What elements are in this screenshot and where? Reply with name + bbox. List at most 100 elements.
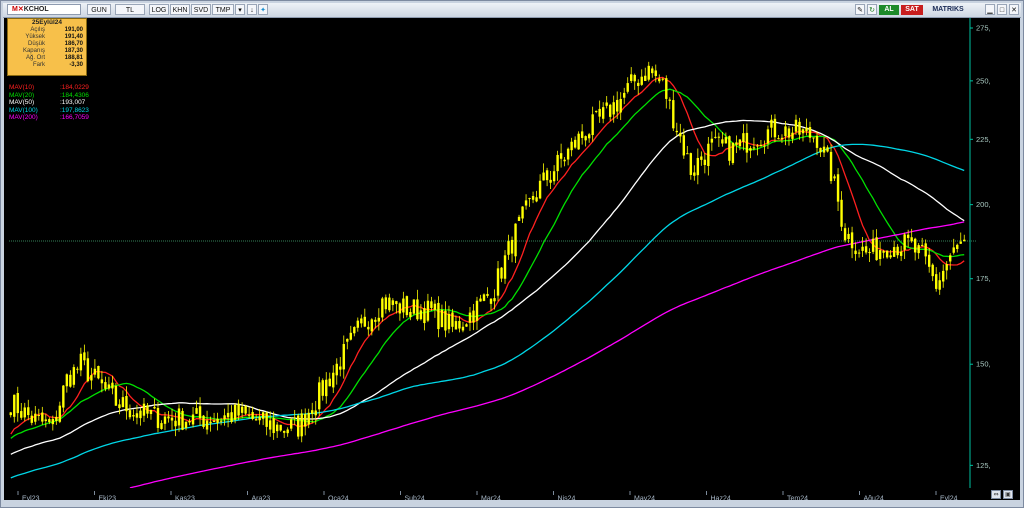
candle: [861, 236, 864, 257]
candle-body: [843, 228, 847, 241]
candle-body: [409, 311, 412, 317]
buy-button[interactable]: AL: [879, 5, 899, 15]
candle: [787, 126, 791, 146]
candle-body: [514, 223, 517, 257]
candle-body: [787, 128, 791, 138]
candle-body: [367, 326, 370, 330]
candle: [559, 143, 563, 168]
candle: [840, 191, 843, 231]
legend-value: :184,0229: [60, 84, 89, 91]
candle-body: [878, 250, 882, 260]
candle-body: [759, 144, 763, 146]
legend-value: :197,8623: [60, 106, 89, 114]
ma-line-mav200: [129, 221, 965, 488]
refresh-icon[interactable]: ↻: [867, 4, 877, 15]
candle-body: [440, 309, 444, 328]
candle: [801, 128, 805, 142]
candle-body: [857, 252, 861, 254]
twitter-icon[interactable]: ✦: [258, 4, 268, 15]
candle-body: [651, 68, 654, 74]
candle-body: [139, 410, 142, 419]
candle-body: [640, 76, 643, 85]
candle: [20, 402, 23, 420]
candle-body: [153, 406, 156, 409]
close-icon[interactable]: ✕: [1009, 4, 1019, 15]
candle-body: [447, 313, 451, 330]
candle-body: [37, 414, 40, 416]
settings-icon[interactable]: ▣: [1003, 490, 1013, 499]
candle-body: [665, 78, 668, 99]
candle-body: [230, 412, 233, 423]
symbol-input[interactable]: M✕KCHOL: [7, 4, 81, 15]
candle: [90, 367, 93, 390]
candle-body: [356, 320, 359, 328]
candle: [731, 142, 735, 165]
period-button[interactable]: GUN: [87, 4, 111, 15]
candle-body: [836, 174, 840, 202]
candle-body: [437, 302, 440, 330]
tmp-button[interactable]: TMP: [212, 4, 234, 15]
info-label: Açılış: [30, 27, 45, 33]
candle: [528, 197, 531, 207]
candle-body: [850, 232, 854, 249]
candle-body: [451, 312, 454, 327]
candle: [440, 304, 444, 328]
legend-item-mav100[interactable]: MAV(100):197,8623: [9, 107, 119, 115]
candle-body: [69, 374, 72, 387]
candle-body: [188, 421, 191, 423]
candle: [931, 263, 934, 282]
candle-body: [559, 153, 563, 159]
price-chart[interactable]: 125, 150, 175, 200, 225, 250, 275,: [4, 18, 1020, 488]
candle: [212, 412, 216, 423]
candle-body: [118, 404, 121, 409]
chart-area[interactable]: 125, 150, 175, 200, 225, 250, 275,: [4, 18, 1020, 488]
candle: [724, 132, 728, 144]
candle-body: [566, 148, 570, 160]
candle-body: [822, 146, 826, 153]
candle: [640, 69, 643, 86]
legend-item-mav200[interactable]: MAV(200):166,7059: [9, 114, 119, 122]
candle-body: [41, 412, 44, 422]
legend-item-mav20[interactable]: MAV(20):184,4306: [9, 92, 119, 100]
candle: [139, 407, 142, 426]
candle: [416, 289, 419, 321]
currency-button[interactable]: TL: [115, 4, 145, 15]
candle-body: [745, 132, 749, 153]
candle-body: [920, 244, 924, 246]
candle-body: [714, 136, 717, 138]
candle: [9, 411, 12, 418]
legend-item-mav10[interactable]: MAV(10):184,0229: [9, 84, 119, 92]
maximize-icon[interactable]: □: [997, 4, 1007, 15]
dropdown-icon[interactable]: ▾: [235, 4, 245, 15]
svd-button[interactable]: SVD: [191, 4, 211, 15]
candle: [72, 364, 76, 388]
candle-body: [805, 127, 808, 132]
candle: [405, 295, 409, 318]
candle-body: [289, 419, 293, 429]
sell-button[interactable]: SAT: [901, 5, 923, 15]
candle: [398, 302, 402, 321]
info-value: 188,81: [64, 55, 83, 61]
candle: [468, 306, 472, 331]
candle: [279, 424, 282, 432]
edit-icon[interactable]: ✎: [855, 4, 865, 15]
candle: [693, 165, 696, 181]
log-button[interactable]: LOG: [149, 4, 169, 15]
pin-icon[interactable]: ↓: [247, 4, 257, 15]
candle: [430, 296, 433, 311]
candle-body: [661, 78, 664, 80]
khn-button[interactable]: KHN: [170, 4, 190, 15]
candle-body: [135, 413, 139, 418]
candle: [903, 232, 906, 259]
candle: [318, 376, 321, 416]
candle: [41, 406, 44, 425]
zoom-icon[interactable]: ⇔: [991, 490, 1001, 499]
candle-body: [626, 83, 629, 92]
candle-body: [910, 237, 913, 242]
candle: [927, 247, 931, 273]
candle: [573, 136, 577, 149]
legend-item-mav50[interactable]: MAV(50):193,007: [9, 99, 119, 107]
candle-body: [461, 326, 465, 331]
candle: [181, 408, 184, 431]
minimize-icon[interactable]: ▁: [985, 4, 995, 15]
